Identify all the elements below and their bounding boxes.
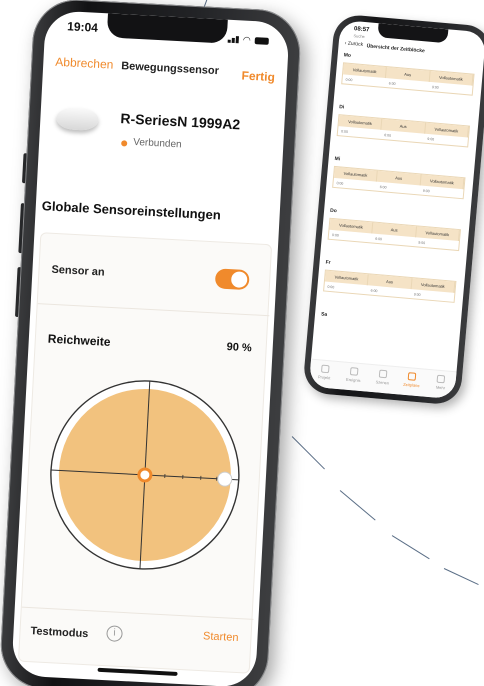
divider [21, 606, 254, 620]
sensor-toggle[interactable] [214, 268, 250, 291]
tab-szenen[interactable]: Szenen [367, 365, 398, 394]
day-name: Do [329, 207, 338, 215]
tab-label: Ereignis [345, 376, 361, 383]
day-block: Di Vollautomatik Aus Vollautomatik 0:00 6:00 9… [333, 104, 478, 148]
stage: 08:57 Suche ‹ Zurück Übersicht der Zeitb… [0, 0, 484, 686]
tab-mehr[interactable]: Mehr [425, 370, 456, 399]
tab-label: Szenen [375, 379, 390, 386]
phone-screen: 19:04 ◠ Abbrechen Bewegungssensor Fertig… [11, 10, 290, 686]
section-title: Globale Sensoreinstellungen [41, 198, 222, 223]
time-block-table[interactable]: Vollautomatik Aus Vollautomatik 0:00 6:00 9:0… [341, 62, 475, 96]
nav-bar: Abbrechen Bewegungssensor Fertig [42, 50, 287, 93]
main-phone: 19:04 ◠ Abbrechen Bewegungssensor Fertig… [0, 0, 317, 686]
time-block-table[interactable]: Vollautomatik Aus Vollautomatik 0:00 6:00 9:0… [332, 165, 466, 200]
tab-icon [378, 369, 388, 379]
screen-title: Übersicht der Zeitblöcke [366, 43, 425, 55]
day-block: Sa [315, 311, 460, 324]
tab-zeitpläne[interactable]: Zeitpläne [396, 367, 427, 396]
wifi-icon: ◠ [242, 33, 252, 45]
time-block-table[interactable]: Vollautomatik Aus Vollautomatik 0:00 6:00 9:0… [327, 217, 461, 252]
day-name: Di [338, 104, 345, 111]
cancel-button[interactable]: Abbrechen [55, 55, 114, 72]
decor-dash [391, 535, 430, 560]
status-back-app[interactable]: Suche [353, 33, 365, 39]
day-name: Mo [343, 52, 352, 59]
notch [106, 13, 228, 44]
decor-dash [339, 490, 376, 521]
test-mode-label: Testmodus [30, 625, 89, 641]
divider [37, 303, 270, 317]
connection-status: Verbunden [132, 136, 182, 151]
day-name: Mi [334, 155, 341, 163]
back-button[interactable]: ‹ Zurück [344, 40, 363, 48]
day-block: Mo Vollautomatik Aus Vollautomatik 0:00 6:00 9… [338, 52, 483, 96]
secondary-phone: 08:57 Suche ‹ Zurück Übersicht der Zeitb… [301, 13, 484, 416]
range-value: 90 % [226, 341, 252, 355]
phone-screen: 08:57 Suche ‹ Zurück Übersicht der Zeitb… [308, 19, 484, 400]
status-time: 19:04 [66, 19, 99, 35]
decor-dash [443, 568, 479, 586]
tab-icon [320, 364, 330, 374]
range-visualizer [50, 380, 240, 570]
range-slider-handle[interactable] [217, 471, 233, 487]
tab-label: Projekt [317, 374, 331, 381]
done-button[interactable]: Fertig [241, 68, 275, 84]
day-block: Fr Vollautomatik Aus Vollautomatik 0:00 6:00 9… [320, 259, 465, 303]
sensor-toggle-label: Sensor an [51, 263, 105, 279]
signal-icon [227, 30, 240, 49]
tab-icon [436, 374, 446, 384]
day-block: Mi Vollautomatik Aus Vollautomatik 0:00 6:00 9… [329, 155, 474, 200]
start-test-button[interactable]: Starten [203, 630, 239, 644]
tab-icon [349, 367, 359, 376]
info-icon[interactable]: i [106, 625, 123, 642]
tab-label: Zeitpläne [403, 381, 420, 389]
toggle-knob [230, 271, 248, 289]
battery-icon [254, 36, 269, 45]
back-label: Zurück [347, 40, 364, 48]
device-name: R-SeriesN 1999A2 [120, 110, 241, 133]
sensor-center-marker [137, 467, 153, 483]
day-name: Sa [320, 311, 328, 318]
tab-projekt[interactable]: Projekt [309, 360, 340, 389]
sensor-device-image [55, 106, 99, 132]
time-block-table[interactable]: Vollautomatik Aus Vollautomatik 0:00 6:00 9:0… [336, 114, 471, 148]
time-block-table[interactable]: Vollautomatik Aus Vollautomatik 0:00 6:00 9:0… [323, 269, 457, 303]
day-name: Fr [325, 259, 331, 266]
day-block: Do Vollautomatik Aus Vollautomatik 0:00 6:00 9… [324, 207, 469, 252]
tab-ereignis[interactable]: Ereignis [338, 362, 369, 391]
tab-label: Mehr [435, 384, 446, 391]
settings-card: Sensor an Reichweite 90 % Testmodus i St… [17, 232, 273, 674]
decor-dash [291, 436, 325, 470]
tab-icon [407, 372, 417, 381]
page-title: Bewegungssensor [120, 60, 220, 78]
status-dot-icon [121, 140, 128, 147]
status-icons: ◠ [227, 30, 269, 50]
range-label: Reichweite [47, 331, 111, 349]
